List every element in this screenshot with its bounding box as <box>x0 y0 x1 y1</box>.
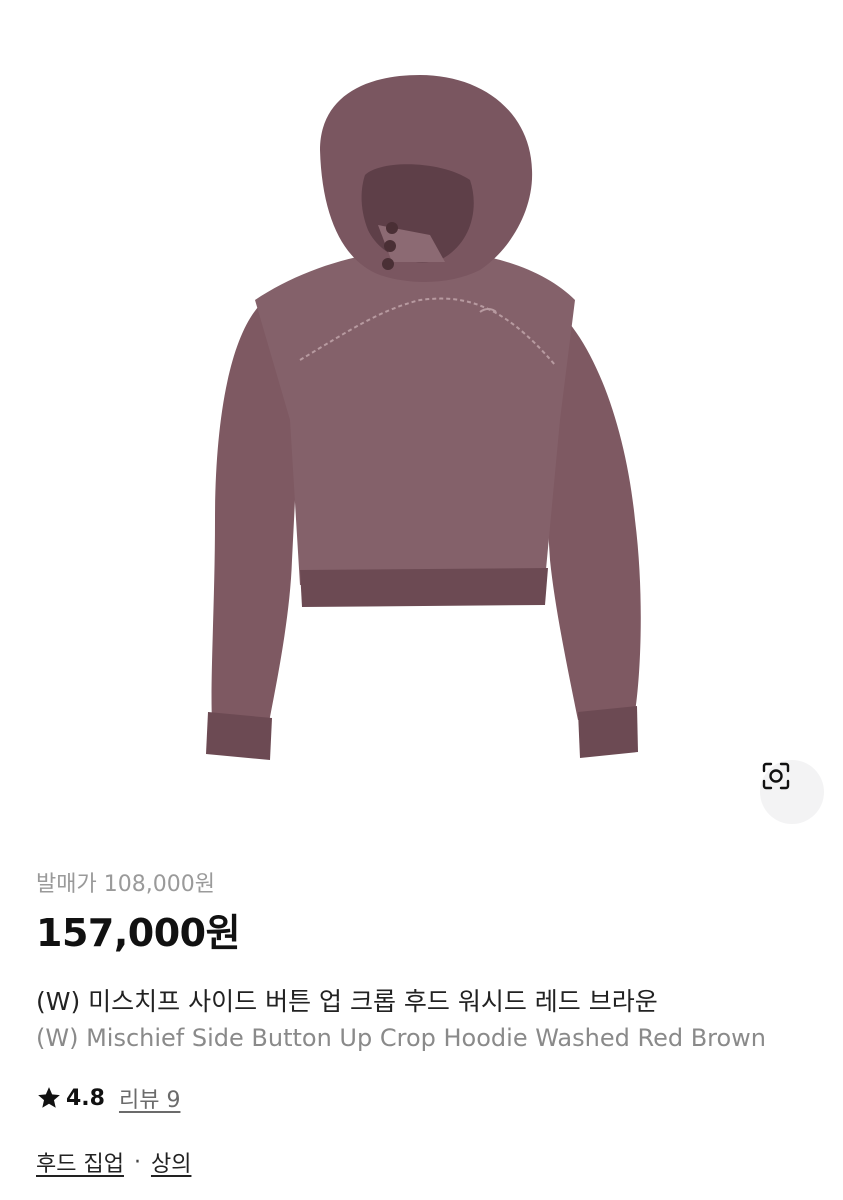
product-image <box>0 0 843 845</box>
button-1 <box>386 222 398 234</box>
hoodie-body <box>255 250 575 585</box>
product-title-english: (W) Mischief Side Button Up Crop Hoodie … <box>36 1024 767 1052</box>
category-link-tops[interactable]: 상의 <box>151 1146 191 1178</box>
star-icon <box>38 1087 60 1108</box>
category-link-hood-zipup[interactable]: 후드 집업 <box>36 1146 124 1178</box>
product-price: 157,000원 <box>36 911 241 955</box>
right-cuff <box>578 706 638 758</box>
button-3 <box>382 258 394 270</box>
review-count-link[interactable]: 리뷰 9 <box>119 1082 180 1114</box>
product-title-korean: (W) 미스치프 사이드 버튼 업 크롭 후드 워시드 레드 브라운 <box>36 987 658 1016</box>
category-breadcrumb: 후드 집업 · 상의 <box>36 1146 191 1178</box>
rating-row: 4.8 리뷰 9 <box>36 1082 180 1114</box>
rating-value: 4.8 <box>66 1085 105 1111</box>
left-cuff <box>206 712 272 760</box>
image-search-icon <box>762 762 790 790</box>
category-separator: · <box>133 1149 141 1175</box>
button-2 <box>384 240 396 252</box>
hoodie-hem <box>300 568 548 607</box>
image-search-button[interactable] <box>760 760 824 824</box>
hoodie-illustration <box>206 75 641 760</box>
release-price: 발매가 108,000원 <box>36 872 215 897</box>
